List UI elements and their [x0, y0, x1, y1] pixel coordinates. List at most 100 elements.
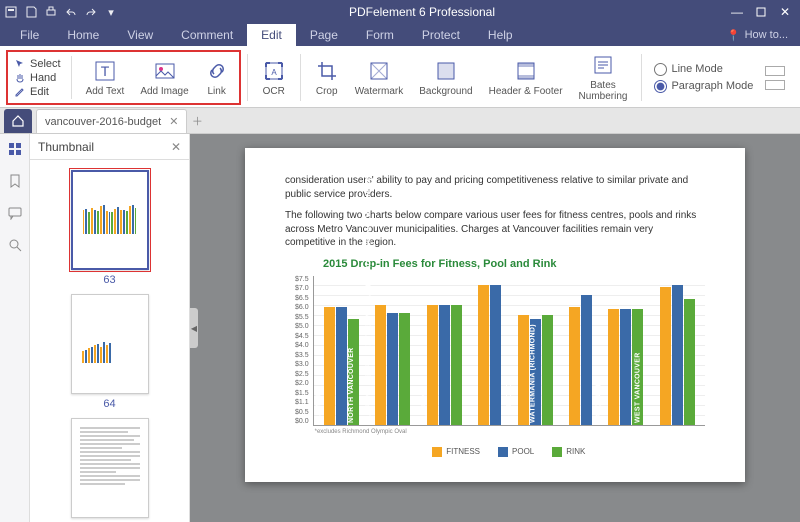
- panel-collapse-handle[interactable]: ◀: [190, 308, 198, 348]
- document-viewport[interactable]: ◀ consideration users' ability to pay an…: [190, 134, 800, 522]
- qat-dropdown-icon[interactable]: ▾: [104, 5, 118, 19]
- chart-bar-group: NORTH VANCOUVER: [375, 305, 410, 425]
- quick-access-toolbar: ▾: [4, 5, 118, 19]
- chart: $7.5$7.0$6.5$6.0$5.5$5.0$4.5$4.0$3.5$3.0…: [295, 276, 705, 466]
- how-to-label: How to...: [745, 29, 788, 41]
- chart-grid: BURNABYNORTH VANCOUVERSURREYSURREY LEISU…: [313, 276, 705, 426]
- chart-bar: NORTH VANCOUVER: [387, 313, 398, 425]
- thumbnail-64[interactable]: 64: [71, 294, 149, 410]
- chart-ytick: $3.0: [295, 361, 309, 368]
- chart-category-label: WATERMANIA (RICHMOND): [530, 324, 537, 423]
- sidebar: [0, 134, 30, 522]
- background-button[interactable]: Background: [411, 50, 480, 105]
- bates-button[interactable]: Bates Numbering: [571, 50, 636, 105]
- cursor-icon: [14, 58, 26, 70]
- tab-close-icon[interactable]: ✕: [169, 115, 178, 128]
- thumbnail-panel-title: Thumbnail: [38, 140, 94, 154]
- highlight-box: Select Hand Edit T Add Text Add Image Li…: [6, 50, 241, 105]
- chart-ytick: $1.5: [295, 390, 309, 397]
- text-icon: T: [93, 59, 117, 83]
- annotations-icon[interactable]: [6, 204, 24, 222]
- add-image-button[interactable]: Add Image: [132, 52, 196, 103]
- window-controls: — ✕: [726, 3, 796, 21]
- menu-help[interactable]: Help: [474, 24, 527, 46]
- chart-bar: [375, 305, 386, 425]
- hand-label: Hand: [30, 72, 56, 84]
- chart-ytick: $5.0: [295, 323, 309, 330]
- header-footer-button[interactable]: Header & Footer: [481, 50, 571, 105]
- add-text-button[interactable]: T Add Text: [78, 52, 133, 103]
- menu-page[interactable]: Page: [296, 24, 352, 46]
- crop-label: Crop: [316, 86, 338, 97]
- app-menu-icon[interactable]: [4, 5, 18, 19]
- panel-close-icon[interactable]: ✕: [171, 140, 181, 154]
- menu-home[interactable]: Home: [53, 24, 113, 46]
- chart-bars: BURNABYNORTH VANCOUVERSURREYSURREY LEISU…: [314, 275, 705, 425]
- how-to-link[interactable]: 📍 How to...: [727, 29, 794, 42]
- chart-ytick: $2.5: [295, 371, 309, 378]
- redo-icon[interactable]: [84, 5, 98, 19]
- chart-ytick: $7.0: [295, 285, 309, 292]
- watermark-label: Watermark: [355, 86, 404, 97]
- legend-swatch: [498, 447, 508, 457]
- background-label: Background: [419, 86, 472, 97]
- chart-ytick: $7.5: [295, 276, 309, 283]
- header-footer-icon: [514, 59, 538, 83]
- select-tool[interactable]: Select: [14, 58, 61, 70]
- chart-ytick: $4.0: [295, 342, 309, 349]
- menu-file[interactable]: File: [6, 24, 53, 46]
- hand-tool[interactable]: Hand: [14, 72, 61, 84]
- hand-icon: [14, 72, 26, 84]
- chart-bar: SURREY: [439, 305, 450, 425]
- menu-view[interactable]: View: [113, 24, 167, 46]
- pdf-page: consideration users' ability to pay and …: [245, 148, 745, 482]
- body-paragraph: consideration users' ability to pay and …: [285, 174, 705, 201]
- select-label: Select: [30, 58, 61, 70]
- header-footer-label: Header & Footer: [489, 86, 563, 97]
- ocr-button[interactable]: A OCR: [254, 50, 294, 105]
- edit-label: Edit: [30, 86, 49, 98]
- thumbnails-icon[interactable]: [6, 140, 24, 158]
- thumbnail-65[interactable]: 65: [71, 418, 149, 522]
- bookmarks-icon[interactable]: [6, 172, 24, 190]
- document-tab[interactable]: vancouver-2016-budget ✕: [36, 109, 187, 133]
- undo-icon[interactable]: [64, 5, 78, 19]
- paragraph-mode-radio[interactable]: Paragraph Mode: [654, 80, 753, 93]
- chart-ytick: $6.0: [295, 304, 309, 311]
- line-mode-radio[interactable]: Line Mode: [654, 63, 753, 76]
- menu-edit[interactable]: Edit: [247, 24, 296, 46]
- chart-bar: [399, 313, 410, 425]
- pin-icon: 📍: [727, 29, 741, 42]
- add-tab-button[interactable]: ＋: [187, 109, 207, 133]
- image-icon: [153, 59, 177, 83]
- home-tab-button[interactable]: [4, 109, 32, 133]
- link-button[interactable]: Link: [197, 52, 237, 103]
- add-image-label: Add Image: [140, 86, 188, 97]
- align-control-1[interactable]: [765, 66, 785, 76]
- maximize-button[interactable]: [750, 3, 772, 21]
- ribbon: Select Hand Edit T Add Text Add Image Li…: [0, 46, 800, 108]
- edit-mode-group: Line Mode Paragraph Mode: [648, 50, 759, 105]
- chart-bar: [451, 305, 462, 425]
- watermark-button[interactable]: Watermark: [347, 50, 412, 105]
- print-icon[interactable]: [44, 5, 58, 19]
- chart-ytick: $6.5: [295, 295, 309, 302]
- thumbnail-panel-header: Thumbnail ✕: [30, 134, 189, 160]
- chart-bar: VANCOUVER: [620, 309, 631, 425]
- chart-plot-area: BURNABYNORTH VANCOUVERSURREYSURREY LEISU…: [313, 276, 705, 466]
- edit-tool[interactable]: Edit: [14, 86, 61, 98]
- chart-bar-group: SURREY: [427, 305, 462, 425]
- search-icon[interactable]: [6, 236, 24, 254]
- save-icon[interactable]: [24, 5, 38, 19]
- crop-button[interactable]: Crop: [307, 50, 347, 105]
- chart-bar: [569, 307, 580, 425]
- minimize-button[interactable]: —: [726, 3, 748, 21]
- menu-protect[interactable]: Protect: [408, 24, 474, 46]
- menu-form[interactable]: Form: [352, 24, 408, 46]
- chart-bar-group: WEST VANCOUVER: [660, 285, 695, 425]
- menu-comment[interactable]: Comment: [167, 24, 247, 46]
- align-control-2[interactable]: [765, 80, 785, 90]
- close-button[interactable]: ✕: [774, 3, 796, 21]
- thumbnail-63[interactable]: 63: [71, 170, 149, 286]
- chart-ytick: $3.5: [295, 352, 309, 359]
